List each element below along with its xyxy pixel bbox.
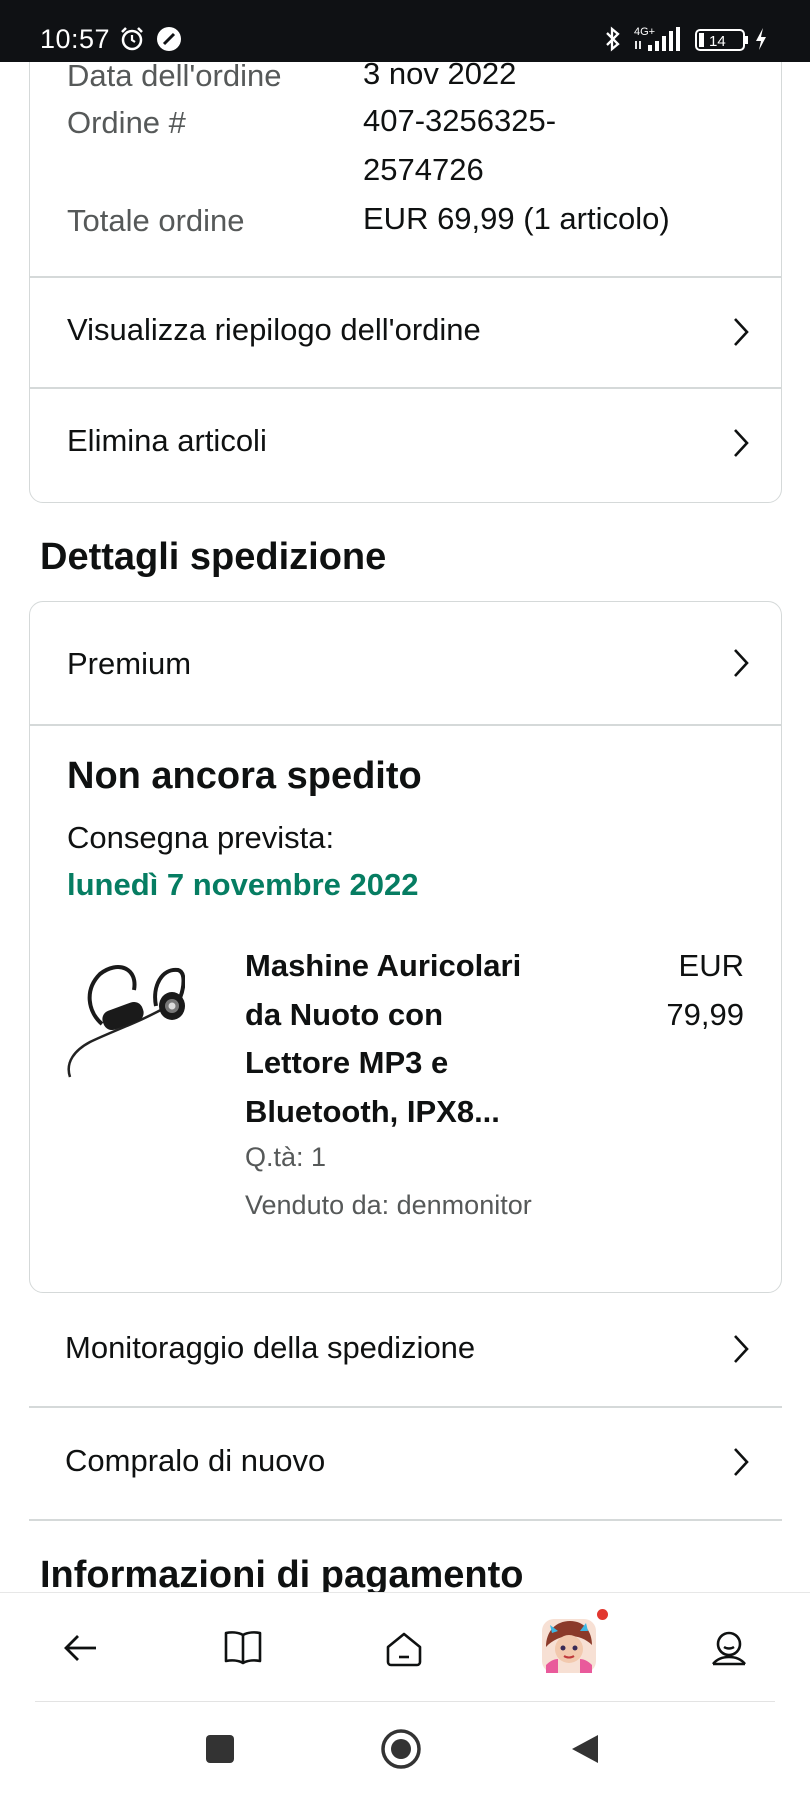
delete-items-row[interactable]: Elimina articoli bbox=[29, 388, 782, 500]
svg-text:4G+: 4G+ bbox=[634, 26, 655, 38]
chevron-right-icon bbox=[734, 649, 749, 677]
bluetooth-icon bbox=[603, 25, 623, 58]
account-icon[interactable] bbox=[704, 1623, 754, 1673]
battery-icon: 14 bbox=[695, 28, 751, 57]
charging-icon bbox=[753, 25, 769, 58]
order-number-value: 407-3256325- 2574726 bbox=[363, 103, 557, 187]
shipping-service-row[interactable]: Premium bbox=[29, 602, 782, 724]
order-total-label: Totale ordine bbox=[67, 203, 245, 238]
expected-delivery-date: lunedì 7 novembre 2022 bbox=[67, 867, 419, 902]
app-bottom-nav bbox=[0, 1592, 810, 1702]
product-seller: Venduto da: denmonitor bbox=[245, 1190, 532, 1220]
buy-again-label: Compralo di nuovo bbox=[65, 1443, 326, 1478]
notification-dot bbox=[597, 1609, 608, 1620]
earphones-image bbox=[67, 965, 186, 1078]
signal-icon: 4G+ bbox=[632, 25, 688, 58]
clock: 10:57 bbox=[40, 24, 111, 54]
view-order-summary-label: Visualizza riepilogo dell'ordine bbox=[67, 312, 481, 347]
track-shipment-row[interactable]: Monitoraggio della spedizione bbox=[29, 1294, 782, 1406]
product-price: EUR 79,99 bbox=[666, 948, 744, 1032]
shipping-details-heading: Dettagli spedizione bbox=[40, 536, 387, 578]
order-number-label: Ordine # bbox=[67, 105, 186, 140]
order-total-value: EUR 69,99 (1 articolo) bbox=[363, 201, 670, 236]
chevron-right-icon bbox=[734, 429, 749, 457]
system-navigation-bar bbox=[0, 1702, 810, 1800]
book-icon[interactable] bbox=[218, 1623, 268, 1673]
chevron-right-icon bbox=[734, 1448, 749, 1476]
divider bbox=[29, 724, 782, 726]
back-icon[interactable] bbox=[56, 1623, 106, 1673]
shipment-status: Non ancora spedito bbox=[67, 755, 422, 797]
buy-again-row[interactable]: Compralo di nuovo bbox=[29, 1407, 782, 1519]
order-date-label: Data dell'ordine bbox=[67, 62, 282, 93]
order-details-page[interactable]: Data dell'ordine 3 nov 2022 Ordine # 407… bbox=[0, 62, 810, 1592]
order-date-value: 3 nov 2022 bbox=[363, 62, 517, 91]
product-quantity: Q.tà: 1 bbox=[245, 1142, 327, 1172]
track-shipment-label: Monitoraggio della spedizione bbox=[65, 1330, 476, 1365]
expected-delivery-label: Consegna prevista: bbox=[67, 820, 335, 855]
back-triangle-icon[interactable] bbox=[568, 1732, 602, 1771]
shipping-service-label: Premium bbox=[67, 646, 192, 681]
view-order-summary-row[interactable]: Visualizza riepilogo dell'ordine bbox=[29, 277, 782, 387]
alarm-icon bbox=[118, 25, 146, 58]
home-circle-icon[interactable] bbox=[380, 1728, 422, 1775]
home-icon[interactable] bbox=[379, 1623, 429, 1673]
delete-items-label: Elimina articoli bbox=[67, 423, 267, 458]
svg-text:14: 14 bbox=[709, 33, 726, 50]
chevron-right-icon bbox=[734, 318, 749, 346]
product-title[interactable]: Mashine Auricolari da Nuoto con Lettore … bbox=[245, 942, 605, 1136]
recents-icon[interactable] bbox=[203, 1732, 237, 1771]
payment-info-heading: Informazioni di pagamento bbox=[40, 1554, 524, 1592]
do-not-disturb-icon bbox=[155, 25, 183, 58]
chevron-right-icon bbox=[734, 1335, 749, 1363]
divider bbox=[29, 1519, 782, 1521]
avatar[interactable] bbox=[540, 1609, 608, 1675]
status-bar: 10:57 4G+ 14 bbox=[0, 0, 810, 62]
product-image[interactable] bbox=[60, 942, 186, 1122]
